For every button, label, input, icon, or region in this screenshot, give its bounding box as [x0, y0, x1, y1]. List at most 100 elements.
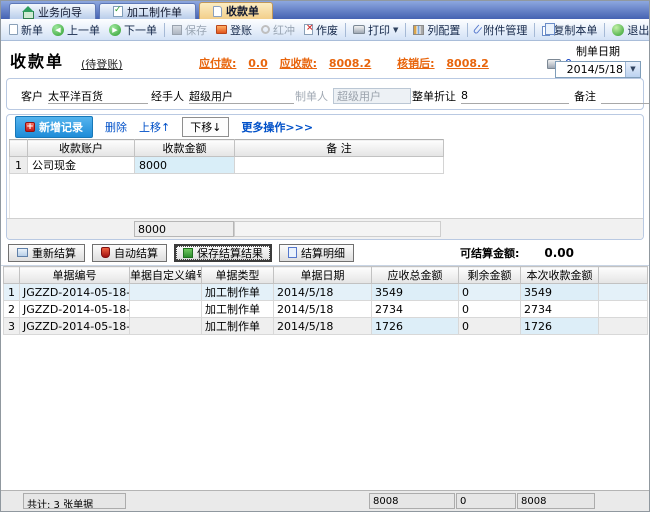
customer-field-group: 客户 — [21, 88, 148, 104]
new-doc-icon — [9, 24, 18, 35]
settleable-amount-value: 0.00 — [544, 246, 574, 260]
remaining-cell[interactable]: 0 — [459, 301, 521, 318]
post-to-ledger-button[interactable]: 登账 — [212, 21, 256, 39]
table-row[interactable]: 2 JGZZD-2014-05-18-002 加工制作单 2014/5/18 2… — [4, 301, 648, 318]
delete-record-link[interactable]: 删除 — [105, 119, 127, 135]
toolbar-separator — [405, 23, 406, 37]
doc-type-header[interactable]: 单据类型 — [202, 267, 274, 284]
current-receipt-header[interactable]: 本次收款金额 — [521, 267, 599, 284]
custom-no-cell[interactable] — [130, 318, 202, 335]
previous-voucher-button[interactable]: 上一单 — [48, 21, 104, 39]
date-input[interactable] — [556, 62, 625, 77]
fields-wrap: 客户 经手人 制单人 整单折让 备注 — [1, 77, 649, 114]
remark-header[interactable]: 备 注 — [235, 140, 444, 157]
table-row[interactable]: 1 公司现金 8000 — [10, 157, 444, 174]
current-receipt-cell[interactable]: 2734 — [521, 301, 599, 318]
discount-label: 整单折让 — [412, 88, 456, 104]
current-receipt-summary: 8008 — [517, 493, 595, 509]
summary-bar: 共计: 3 张单据 8008 0 8008 — [1, 490, 649, 511]
new-voucher-button[interactable]: 新单 — [5, 21, 47, 39]
total-receivable-summary: 8008 — [369, 493, 455, 509]
table-header-row: 收款账户 收款金额 备 注 — [10, 140, 444, 157]
customer-input[interactable] — [48, 89, 148, 104]
chevron-down-icon[interactable]: ▼ — [393, 26, 398, 34]
documents-table: 单据编号 单据自定义编号 单据类型 单据日期 应收总金额 剩余金额 本次收款金额… — [3, 266, 648, 335]
save-settlement-button[interactable]: 保存结算结果 — [174, 244, 272, 262]
tab-receipt-voucher[interactable]: 收款单 — [199, 2, 273, 19]
discount-input[interactable] — [461, 89, 569, 104]
remaining-header[interactable]: 剩余金额 — [459, 267, 521, 284]
current-receipt-cell[interactable]: 1726 — [521, 318, 599, 335]
total-receivable-header[interactable]: 应收总金额 — [372, 267, 459, 284]
more-operations-link[interactable]: 更多操作>>> — [241, 119, 313, 135]
creator-input — [333, 88, 411, 104]
remark-input[interactable] — [601, 89, 649, 104]
ring-icon — [261, 25, 270, 34]
save-button: 保存 — [168, 21, 211, 39]
handler-label: 经手人 — [151, 88, 184, 104]
table-row[interactable]: 3 JGZZD-2014-05-18-003 加工制作单 2014/5/18 1… — [4, 318, 648, 335]
total-receivable-cell[interactable]: 1726 — [372, 318, 459, 335]
exit-button[interactable]: 退出 — [608, 21, 650, 39]
doc-no-cell[interactable]: JGZZD-2014-05-18-002 — [20, 301, 130, 318]
status-badge: (待登账) — [81, 56, 123, 72]
empty-header — [599, 267, 648, 284]
doc-no-header[interactable]: 单据编号 — [20, 267, 130, 284]
settlement-detail-button[interactable]: 结算明细 — [279, 244, 354, 262]
remaining-cell[interactable]: 0 — [459, 284, 521, 301]
tab-label: 加工制作单 — [127, 4, 182, 20]
doc-date-header[interactable]: 单据日期 — [274, 267, 372, 284]
column-config-button[interactable]: 列配置 — [409, 21, 464, 39]
doc-date-cell[interactable]: 2014/5/18 — [274, 284, 372, 301]
remark-cell[interactable] — [235, 157, 444, 174]
account-header[interactable]: 收款账户 — [28, 140, 135, 157]
print-button[interactable]: 打印 ▼ — [349, 21, 402, 39]
floppy-icon — [172, 25, 182, 35]
balance-summary: 应付款: 0.0 应收款: 8008.2 核销后: 8008.2 — [199, 55, 489, 71]
tab-label: 收款单 — [226, 3, 259, 19]
document-count-summary: 共计: 3 张单据 — [23, 493, 126, 509]
copy-voucher-button[interactable]: 复制本单 — [538, 21, 601, 39]
remaining-cell[interactable]: 0 — [459, 318, 521, 335]
auto-settle-button[interactable]: 自动结算 — [92, 244, 167, 262]
next-voucher-button[interactable]: 下一单 — [105, 21, 161, 39]
main-toolbar: 新单 上一单 下一单 保存 登账 红冲 作废 打印 — [1, 19, 649, 41]
tab-processing-order[interactable]: 加工制作单 — [99, 3, 196, 19]
doc-date-cell[interactable]: 2014/5/18 — [274, 318, 372, 335]
total-receivable-cell[interactable]: 2734 — [372, 301, 459, 318]
empty-cell — [599, 318, 648, 335]
doc-type-cell[interactable]: 加工制作单 — [202, 284, 274, 301]
doc-no-cell[interactable]: JGZZD-2014-05-18-001 — [20, 284, 130, 301]
move-down-button[interactable]: 下移↓ — [182, 117, 229, 137]
move-up-link[interactable]: 上移↑ — [139, 119, 170, 135]
auto-settle-icon — [101, 247, 110, 258]
resettle-button[interactable]: 重新结算 — [8, 244, 85, 262]
ledger-icon — [216, 25, 227, 34]
total-receivable-cell[interactable]: 3549 — [372, 284, 459, 301]
custom-no-cell[interactable] — [130, 301, 202, 318]
date-dropdown-button[interactable]: ▼ — [625, 62, 640, 77]
table-row[interactable]: 1 JGZZD-2014-05-18-001 加工制作单 2014/5/18 3… — [4, 284, 648, 301]
doc-no-cell[interactable]: JGZZD-2014-05-18-003 — [20, 318, 130, 335]
detail-doc-icon — [288, 247, 297, 258]
account-cell[interactable]: 公司现金 — [28, 157, 135, 174]
writeoff-label: 核销后: — [397, 57, 434, 70]
handler-input[interactable] — [189, 89, 294, 104]
row-number-cell: 1 — [10, 157, 28, 174]
doc-type-cell[interactable]: 加工制作单 — [202, 301, 274, 318]
tab-bar: 业务向导 加工制作单 收款单 — [1, 1, 649, 19]
tab-business-wizard[interactable]: 业务向导 — [9, 3, 96, 19]
amount-cell[interactable]: 8000 — [135, 157, 235, 174]
printer-icon — [353, 25, 365, 34]
custom-no-header[interactable]: 单据自定义编号 — [130, 267, 202, 284]
amount-header[interactable]: 收款金额 — [135, 140, 235, 157]
add-record-button[interactable]: 新增记录 — [15, 116, 93, 138]
receivable-value: 8008.2 — [329, 57, 371, 70]
attachment-manager-button[interactable]: 附件管理 — [471, 21, 531, 39]
void-button[interactable]: 作废 — [300, 21, 342, 39]
receivable-label: 应收款: — [280, 57, 317, 70]
doc-date-cell[interactable]: 2014/5/18 — [274, 301, 372, 318]
custom-no-cell[interactable] — [130, 284, 202, 301]
doc-type-cell[interactable]: 加工制作单 — [202, 318, 274, 335]
current-receipt-cell[interactable]: 3549 — [521, 284, 599, 301]
